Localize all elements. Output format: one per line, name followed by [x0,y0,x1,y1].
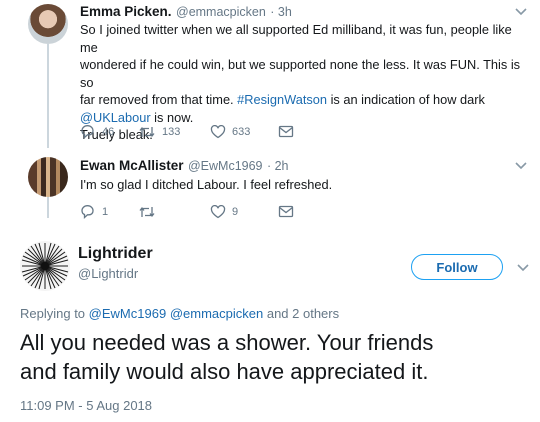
reply-count: 1 [102,205,109,218]
chevron-down-icon[interactable] [517,264,529,272]
user-handle[interactable]: @Lightridr [78,266,138,281]
chevron-down-icon[interactable] [515,8,527,16]
reply-icon [81,125,94,139]
avatar[interactable] [28,157,68,197]
display-name[interactable]: Ewan McAllister [80,158,184,173]
reply-button[interactable]: 1 [80,204,138,219]
heart-icon [210,204,226,218]
reply-button[interactable]: 46 [80,124,138,139]
thread-line-top [47,44,49,148]
thread-line-bottom [47,196,49,218]
like-button[interactable]: 9 [210,204,278,219]
follow-button[interactable]: Follow [411,254,503,280]
like-button[interactable]: 633 [210,124,278,139]
tweet-actions: 46 133 633 [80,124,294,139]
retweet-icon [139,206,155,217]
avatar[interactable] [20,241,70,291]
tweet-text: I'm so glad I ditched Labour. I feel ref… [80,177,333,192]
reply-icon [81,205,94,219]
retweet-button[interactable]: 133 [138,125,210,139]
mention-link[interactable]: @emmacpicken [170,306,263,321]
mention-link[interactable]: @EwMc1969 [89,306,167,321]
tweet-time[interactable]: 3h [278,5,292,19]
envelope-icon [278,205,294,218]
retweet-icon [139,126,155,137]
main-tweet-text: All you needed was a shower. Your friend… [20,330,434,384]
avatar[interactable] [28,4,68,44]
timestamp[interactable]: 11:09 PM - 5 Aug 2018 [20,398,152,413]
retweet-count: 133 [162,125,181,138]
hashtag-link[interactable]: #ResignWatson [237,92,327,107]
dm-button[interactable] [278,205,294,218]
dm-button[interactable] [278,125,294,138]
like-count: 633 [232,125,251,138]
replying-to: Replying to @EwMc1969 @emmacpicken and 2… [20,306,340,321]
user-handle[interactable]: @EwMc1969 [188,159,263,173]
tweet-time[interactable]: 2h [275,159,289,173]
heart-icon [210,124,226,138]
display-name[interactable]: Emma Picken. [80,4,172,19]
chevron-down-icon[interactable] [515,162,527,170]
like-count: 9 [232,205,239,218]
reply-count: 46 [102,125,115,138]
retweet-button[interactable] [138,205,210,219]
starburst-avatar-image [21,242,69,290]
user-handle[interactable]: @emmacpicken [176,5,266,19]
display-name[interactable]: Lightrider [78,245,153,263]
envelope-icon [278,125,294,138]
tweet-actions: 1 9 [80,204,294,219]
mention-link[interactable]: @UKLabour [80,110,151,125]
